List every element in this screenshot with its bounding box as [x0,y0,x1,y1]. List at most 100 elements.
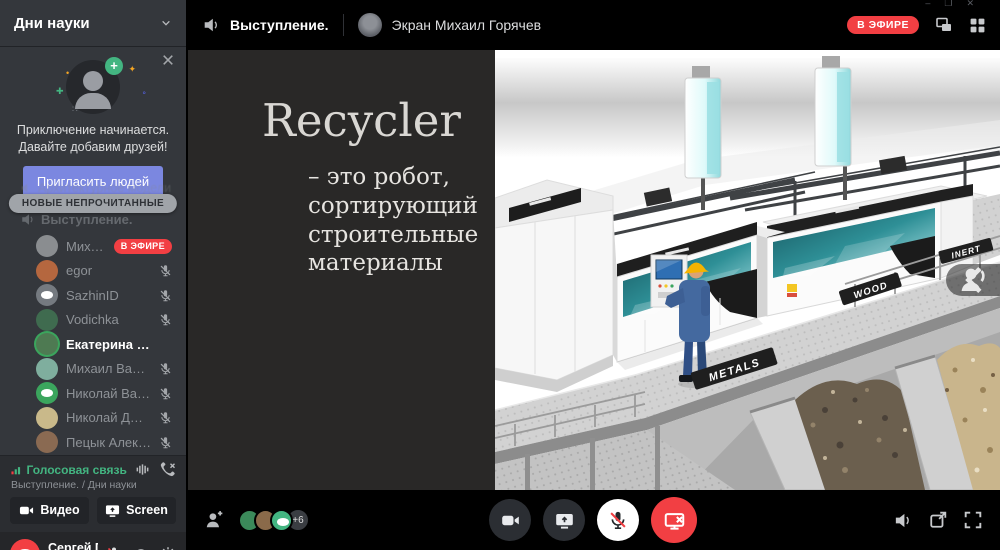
discord-app: Дни науки ✚ • ✦ ° ∷ + Приключение начина… [0,0,1000,550]
avatar [36,309,58,331]
server-header[interactable]: Дни науки [0,0,186,46]
member-row[interactable]: SazhinID [0,283,186,308]
member-name: Vodichka [66,312,119,327]
restore-icon[interactable]: ❐ [944,0,966,6]
avatar [36,382,58,404]
avatar: + [66,60,120,114]
add-friend-badge: + [105,57,123,75]
mic-muted-icon [159,362,172,375]
screen-share-button[interactable]: Screen [97,497,176,524]
mic-muted-icon [159,411,172,424]
avatar [270,509,293,532]
promo-text-line1: Приключение начинается. [0,122,186,139]
member-row[interactable]: Михаил Го... В ЭФИРЕ [0,234,186,259]
slide-text-line: сортирующий [308,192,495,221]
headphones-icon[interactable] [133,546,149,550]
member-name: Михаил Валентино... [66,361,151,376]
speaker-icon [20,212,35,227]
member-row-speaking[interactable]: Екатерина Фролова [0,332,186,357]
recycler-3d-scene: METALS WOOD INERT [495,50,1000,490]
user-avatar[interactable] [10,539,40,550]
member-row[interactable]: egor [0,259,186,284]
voice-member-list: Михаил Го... В ЭФИРЕ egor SazhinID Vodic… [0,232,186,455]
minimize-icon[interactable]: – [925,0,944,6]
members-toggle-button[interactable] [946,264,1000,296]
recycler-render: METALS WOOD INERT [495,50,1000,490]
mic-muted-icon [159,313,172,326]
main-area: –❐✕ Выступление. Экран Михаил Горячев В … [186,0,1000,550]
stream-title: Экран Михаил Горячев [392,17,542,33]
chevron-down-icon [160,17,172,29]
member-row[interactable]: Михаил Валентино... [0,357,186,382]
video-button[interactable]: Видео [10,497,89,524]
avatar [36,407,58,429]
soundwave-icon[interactable] [135,462,150,478]
popout-icon[interactable] [929,511,947,529]
member-name: SazhinID [66,288,119,303]
call-controls-bar: +6 [186,490,1000,550]
sparkle-icon: ° [142,90,146,100]
slide-text-line: материалы [308,249,495,278]
gear-icon[interactable] [160,546,176,550]
participant-avatar-stack[interactable]: +6 [238,508,310,532]
avatar [36,431,58,453]
channel-list: Архитектурное модели НОВЫЕ НЕПРОЧИТАННЫЕ… [0,180,186,232]
avatar [36,358,58,380]
camera-icon [501,511,520,530]
invite-promo-card: ✚ • ✦ ° ∷ + Приключение начинается. Дава… [0,46,186,178]
speaker-icon [202,16,220,34]
screenshare-button[interactable] [543,499,585,541]
voice-location: Выступление. / Дни науки [11,479,176,491]
voice-channel-label: Выступление. [230,17,329,33]
volume-icon[interactable] [893,511,912,530]
user-bar: Сергей Губ... #5829 [0,532,186,550]
close-icon[interactable]: ✕ [966,0,988,6]
grid-icon[interactable] [969,17,986,34]
server-name: Дни науки [14,15,90,32]
window-controls[interactable]: –❐✕ [925,0,988,6]
voice-status-panel: Голосовая связь под Выступление. / Дни н… [0,455,186,532]
channel-name: Архитектурное модели [38,181,171,195]
camera-icon [19,503,34,518]
mute-button[interactable] [597,499,639,541]
mic-muted-icon[interactable] [106,546,122,550]
stop-stream-icon [664,510,685,531]
close-icon[interactable] [162,54,174,66]
member-name: Михаил Го... [66,239,106,254]
slide-title: Recycler [262,94,495,147]
member-row[interactable]: Николай Дмитрие... [0,406,186,431]
promo-text-line2: Давайте добавим друзей! [0,139,186,156]
avatar [36,260,58,282]
new-unread-pill[interactable]: НОВЫЕ НЕПРОЧИТАННЫЕ [9,194,177,213]
signal-bars-icon [10,463,22,477]
presentation-slide: Recycler – это робот, сортирующий строит… [188,50,495,490]
stream-topbar: Выступление. Экран Михаил Горячев В ЭФИР… [186,0,1000,50]
sidebar: Дни науки ✚ • ✦ ° ∷ + Приключение начина… [0,0,186,550]
voice-status-text: Голосовая связь под [27,463,130,477]
divider [343,14,344,36]
channel-name: Выступление. [41,212,133,227]
member-name: egor [66,263,92,278]
screen-button-label: Screen [126,503,168,517]
live-badge: В ЭФИРЕ [114,239,172,254]
mic-muted-icon [159,289,172,302]
live-badge: В ЭФИРЕ [847,16,919,34]
member-name: Пецык Александр [66,435,151,450]
frames-icon[interactable] [935,16,953,34]
screenshare-icon [105,503,120,518]
avatar [36,235,58,257]
slide-text-line: строительные [308,221,495,250]
member-row[interactable]: Пецык Александр [0,430,186,455]
stop-streaming-button[interactable] [651,497,697,543]
speaker-icon [20,182,32,194]
fullscreen-icon[interactable] [964,511,982,529]
disconnect-icon[interactable] [160,462,176,478]
person-add-icon[interactable] [204,510,224,530]
camera-button[interactable] [489,499,531,541]
avatar [36,284,58,306]
mic-muted-icon [608,510,628,530]
person-icon [946,264,1000,296]
member-row[interactable]: Vodichka [0,308,186,333]
member-row[interactable]: Николай Ваганов [0,381,186,406]
streamer-avatar [358,13,382,37]
